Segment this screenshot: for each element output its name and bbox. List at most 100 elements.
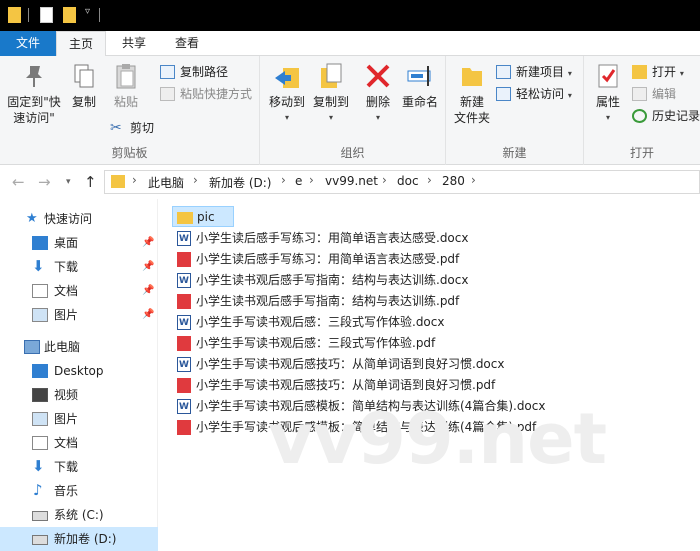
address-row: ← → ▾ ↑ › 此电脑 › 新加卷 (D:) › e › vv99.net … bbox=[0, 165, 700, 199]
copy-label: 复制 bbox=[71, 95, 96, 109]
breadcrumb-280[interactable]: 280 bbox=[442, 174, 465, 188]
new-item-button[interactable]: 新建项目 ▾ bbox=[496, 62, 572, 82]
nav-quick-downloads[interactable]: ⬇ 下载 📌 bbox=[0, 255, 158, 279]
word-document-icon bbox=[177, 271, 191, 292]
list-item[interactable]: 小学生读后感手写练习：用简单语言表达感受.pdf bbox=[172, 249, 459, 270]
pin-icon: 📌 bbox=[142, 237, 155, 248]
tab-home[interactable]: 主页 bbox=[56, 31, 106, 57]
videos-icon bbox=[32, 388, 48, 402]
paste-button[interactable]: 粘贴 bbox=[108, 62, 144, 110]
list-item[interactable]: 小学生读书观后感手写指南：结构与表达训练.docx bbox=[172, 270, 468, 292]
history-button[interactable]: 历史记录 bbox=[632, 106, 700, 126]
edit-button[interactable]: 编辑 bbox=[632, 84, 676, 104]
ribbon: 固定到"快速访问" 复制 粘贴 复制路径 粘贴快捷方式 ✂ 剪切 剪贴板 移动到… bbox=[0, 56, 700, 165]
list-item[interactable]: 小学生读后感手写练习：用简单语言表达感受.docx bbox=[172, 228, 469, 250]
nav-label: 图片 bbox=[54, 412, 79, 426]
list-item[interactable]: 小学生手写读书观后感技巧：从简单词语到良好习惯.pdf bbox=[172, 375, 495, 396]
nav-quick-desktop[interactable]: 桌面 📌 bbox=[0, 231, 158, 255]
nav-pc-pictures[interactable]: 图片 bbox=[0, 407, 158, 431]
open-group-label: 打开 bbox=[629, 146, 654, 160]
recent-locations-icon[interactable]: ▾ bbox=[66, 177, 71, 187]
chevron-down-icon: ▾ bbox=[375, 113, 380, 122]
nav-label: 视频 bbox=[54, 388, 79, 402]
word-document-icon bbox=[177, 313, 191, 334]
address-bar[interactable]: › 此电脑 › 新加卷 (D:) › e › vv99.net › doc › … bbox=[104, 170, 700, 194]
scissors-icon: ✂ bbox=[110, 120, 122, 136]
list-item[interactable]: 小学生手写读书观后感：三段式写作体验.docx bbox=[172, 312, 444, 334]
move-to-button[interactable]: 移动到 ▾ bbox=[264, 62, 310, 126]
watermark: vv99.net bbox=[268, 398, 607, 480]
move-to-icon bbox=[273, 62, 301, 90]
breadcrumb-this-pc[interactable]: 此电脑 bbox=[148, 174, 184, 191]
new-folder-icon[interactable] bbox=[63, 7, 76, 23]
breadcrumb-separator: › bbox=[309, 173, 314, 187]
breadcrumb-vv99[interactable]: vv99.net bbox=[325, 174, 378, 188]
properties-button[interactable]: 属性 ▾ bbox=[590, 62, 626, 126]
tab-share[interactable]: 共享 bbox=[110, 31, 158, 56]
nav-pc-desktop[interactable]: Desktop bbox=[0, 359, 158, 383]
cut-button[interactable]: ✂ 剪切 bbox=[110, 118, 154, 138]
new-folder-button[interactable]: 新建 文件夹 bbox=[450, 62, 494, 126]
nav-this-pc[interactable]: 此电脑 bbox=[0, 335, 158, 359]
folder-icon bbox=[8, 7, 21, 23]
history-icon bbox=[632, 109, 647, 123]
list-item[interactable]: pic bbox=[172, 206, 234, 227]
cut-label: 剪切 bbox=[130, 121, 155, 135]
word-document-icon bbox=[177, 229, 191, 250]
tab-file[interactable]: 文件 bbox=[0, 31, 56, 56]
breadcrumb-doc[interactable]: doc bbox=[397, 174, 419, 188]
navigation-pane: ★ 快速访问 桌面 📌 ⬇ 下载 📌 文档 📌 图片 📌 此电脑 Desktop… bbox=[0, 199, 158, 551]
pin-quick-access-button[interactable]: 固定到"快速访问" bbox=[4, 62, 64, 126]
tab-view[interactable]: 查看 bbox=[162, 31, 212, 56]
nav-label: 系统 (C:) bbox=[54, 508, 104, 522]
edit-label: 编辑 bbox=[652, 87, 677, 101]
copy-button[interactable]: 复制 bbox=[66, 62, 102, 110]
nav-pc-videos[interactable]: 视频 bbox=[0, 383, 158, 407]
open-button[interactable]: 打开 ▾ bbox=[632, 62, 684, 82]
up-arrow-icon[interactable]: ↑ bbox=[84, 173, 97, 191]
list-item[interactable]: 小学生手写读书观后感技巧：从简单词语到良好习惯.docx bbox=[172, 354, 504, 376]
copy-path-button[interactable]: 复制路径 bbox=[160, 62, 228, 82]
documents-icon bbox=[32, 284, 48, 298]
nav-quick-pictures[interactable]: 图片 📌 bbox=[0, 303, 158, 327]
word-document-icon bbox=[177, 355, 191, 376]
pin-icon: 📌 bbox=[142, 261, 155, 272]
pictures-icon bbox=[32, 308, 48, 322]
file-name: 小学生读后感手写练习：用简单语言表达感受.docx bbox=[196, 231, 469, 245]
clipboard-group: 固定到"快速访问" 复制 粘贴 复制路径 粘贴快捷方式 ✂ 剪切 剪贴板 bbox=[0, 56, 260, 165]
forward-arrow-icon[interactable]: → bbox=[38, 173, 51, 191]
paste-shortcut-button[interactable]: 粘贴快捷方式 bbox=[160, 84, 252, 104]
breadcrumb-e[interactable]: e bbox=[295, 174, 302, 188]
drive-icon bbox=[32, 535, 48, 545]
customize-toolbar-icon[interactable]: ▿ bbox=[85, 6, 90, 17]
list-item[interactable]: 小学生手写读书观后感：三段式写作体验.pdf bbox=[172, 333, 435, 354]
open-label: 打开 bbox=[652, 65, 677, 79]
rename-button[interactable]: 重命名 bbox=[398, 62, 442, 110]
rename-label: 重命名 bbox=[401, 95, 438, 109]
properties-label: 属性 bbox=[595, 95, 620, 109]
nav-pc-documents[interactable]: 文档 bbox=[0, 431, 158, 455]
new-item-icon bbox=[496, 65, 511, 79]
folder-icon bbox=[111, 175, 125, 188]
new-item-label: 新建项目 bbox=[516, 65, 565, 79]
pin-icon: 📌 bbox=[142, 285, 155, 296]
new-folder-label: 新建 文件夹 bbox=[453, 95, 490, 125]
chevron-down-icon: ▾ bbox=[679, 69, 684, 78]
properties-icon[interactable] bbox=[40, 7, 53, 23]
breadcrumb-drive-d[interactable]: 新加卷 (D:) bbox=[209, 174, 271, 191]
delete-button[interactable]: 删除 ▾ bbox=[360, 62, 396, 126]
file-name: 小学生读书观后感手写指南：结构与表达训练.pdf bbox=[196, 294, 460, 308]
organize-group: 移动到 ▾ 复制到 ▾ 删除 ▾ 重命名 组织 bbox=[260, 56, 446, 165]
nav-pc-drive-d[interactable]: 新加卷 (D:) bbox=[0, 527, 158, 551]
easy-access-button[interactable]: 轻松访问 ▾ bbox=[496, 84, 572, 104]
back-arrow-icon[interactable]: ← bbox=[12, 173, 25, 191]
nav-pc-drive-c[interactable]: 系统 (C:) bbox=[0, 503, 158, 527]
nav-pc-music[interactable]: ♪ 音乐 bbox=[0, 479, 158, 503]
copy-to-button[interactable]: 复制到 ▾ bbox=[308, 62, 354, 126]
nav-quick-access[interactable]: ★ 快速访问 bbox=[0, 207, 158, 231]
list-item[interactable]: 小学生读书观后感手写指南：结构与表达训练.pdf bbox=[172, 291, 459, 312]
file-name: 小学生手写读书观后感：三段式写作体验.pdf bbox=[196, 336, 436, 350]
nav-label: 图片 bbox=[54, 308, 79, 322]
nav-pc-downloads[interactable]: ⬇ 下载 bbox=[0, 455, 158, 479]
nav-quick-documents[interactable]: 文档 📌 bbox=[0, 279, 158, 303]
